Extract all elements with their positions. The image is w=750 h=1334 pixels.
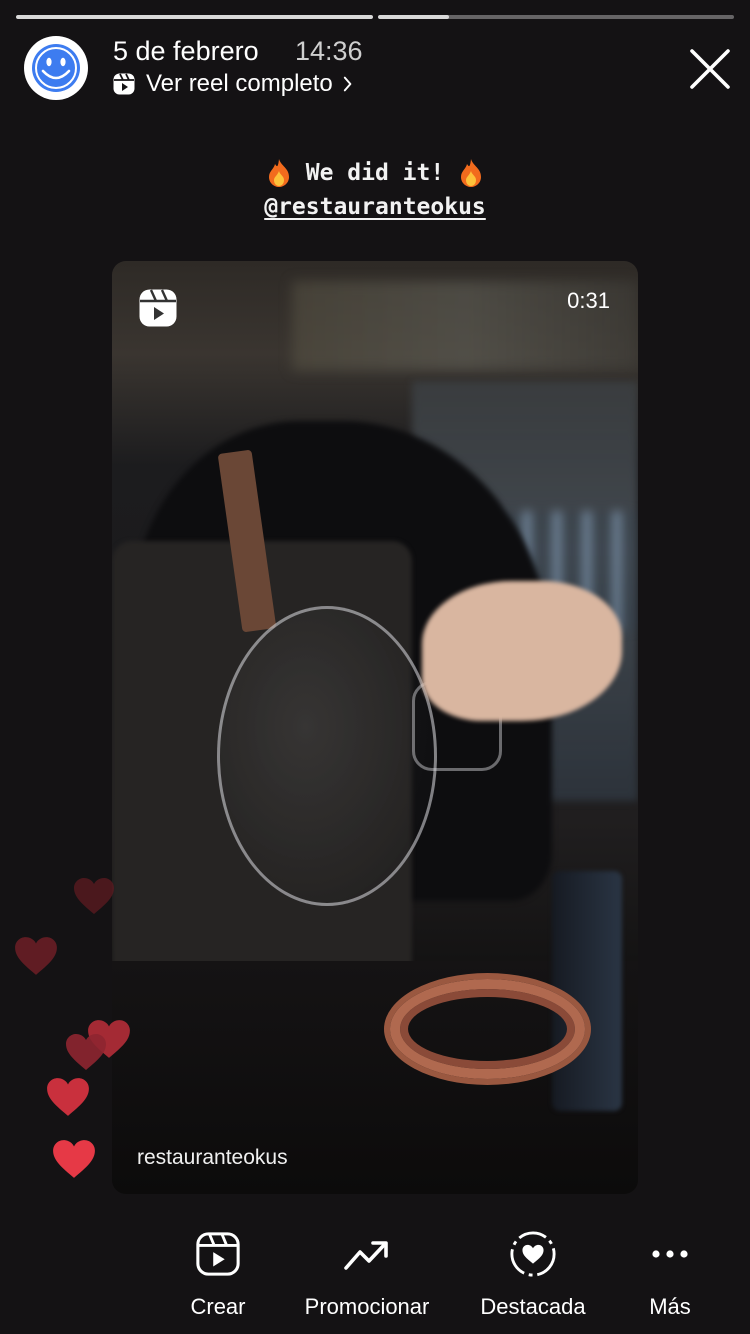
fire-emoji-icon <box>461 159 482 187</box>
highlight-button[interactable]: Destacada <box>468 1230 598 1320</box>
heart-icon <box>15 937 57 975</box>
story-actions-bar: Crear Promocionar Destacada Más <box>0 1230 750 1334</box>
story-viewer: 5 de febrero 14:36 Ver reel completo We … <box>0 0 750 1334</box>
story-caption: We did it! @restauranteokus <box>0 158 750 220</box>
highlight-label: Destacada <box>480 1294 586 1319</box>
promote-button[interactable]: Promocionar <box>292 1230 442 1320</box>
more-label: Más <box>649 1294 691 1319</box>
view-full-reel-label: Ver reel completo <box>146 70 333 97</box>
reels-icon <box>139 289 177 327</box>
heart-icon <box>66 1034 106 1070</box>
mention-link[interactable]: @restauranteokus <box>0 194 750 220</box>
promote-label: Promocionar <box>304 1294 430 1319</box>
reels-create-icon <box>196 1232 240 1276</box>
copper-coil <box>390 979 585 1079</box>
caption-line-1: We did it! <box>305 160 445 186</box>
story-date: 5 de febrero <box>113 36 259 66</box>
chevron-right-icon <box>343 76 352 92</box>
story-time: 14:36 <box>295 36 363 66</box>
decanter-glass <box>217 606 437 906</box>
highlight-heart-icon <box>510 1231 556 1277</box>
close-icon[interactable] <box>688 47 732 91</box>
more-button[interactable]: Más <box>630 1230 710 1320</box>
more-dots-icon <box>652 1250 688 1258</box>
video-duration: 0:31 <box>567 288 610 313</box>
reels-icon <box>113 73 135 95</box>
smiley-face-icon <box>32 44 80 92</box>
reel-author-handle: restauranteokus <box>137 1146 288 1169</box>
heart-icon <box>53 1140 95 1178</box>
progress-segment-2 <box>377 15 734 19</box>
create-button[interactable]: Crear <box>168 1230 268 1320</box>
fire-emoji-icon <box>268 159 289 187</box>
create-label: Crear <box>190 1294 246 1319</box>
trending-up-icon <box>344 1241 388 1270</box>
heart-icon <box>74 878 114 914</box>
progress-segment-1 <box>16 15 373 19</box>
avatar[interactable] <box>24 36 88 100</box>
story-progress <box>16 15 734 19</box>
reel-preview-card[interactable]: 0:31 restauranteokus <box>112 261 638 1194</box>
heart-icon <box>47 1078 89 1116</box>
view-full-reel-link[interactable]: Ver reel completo <box>112 70 353 98</box>
